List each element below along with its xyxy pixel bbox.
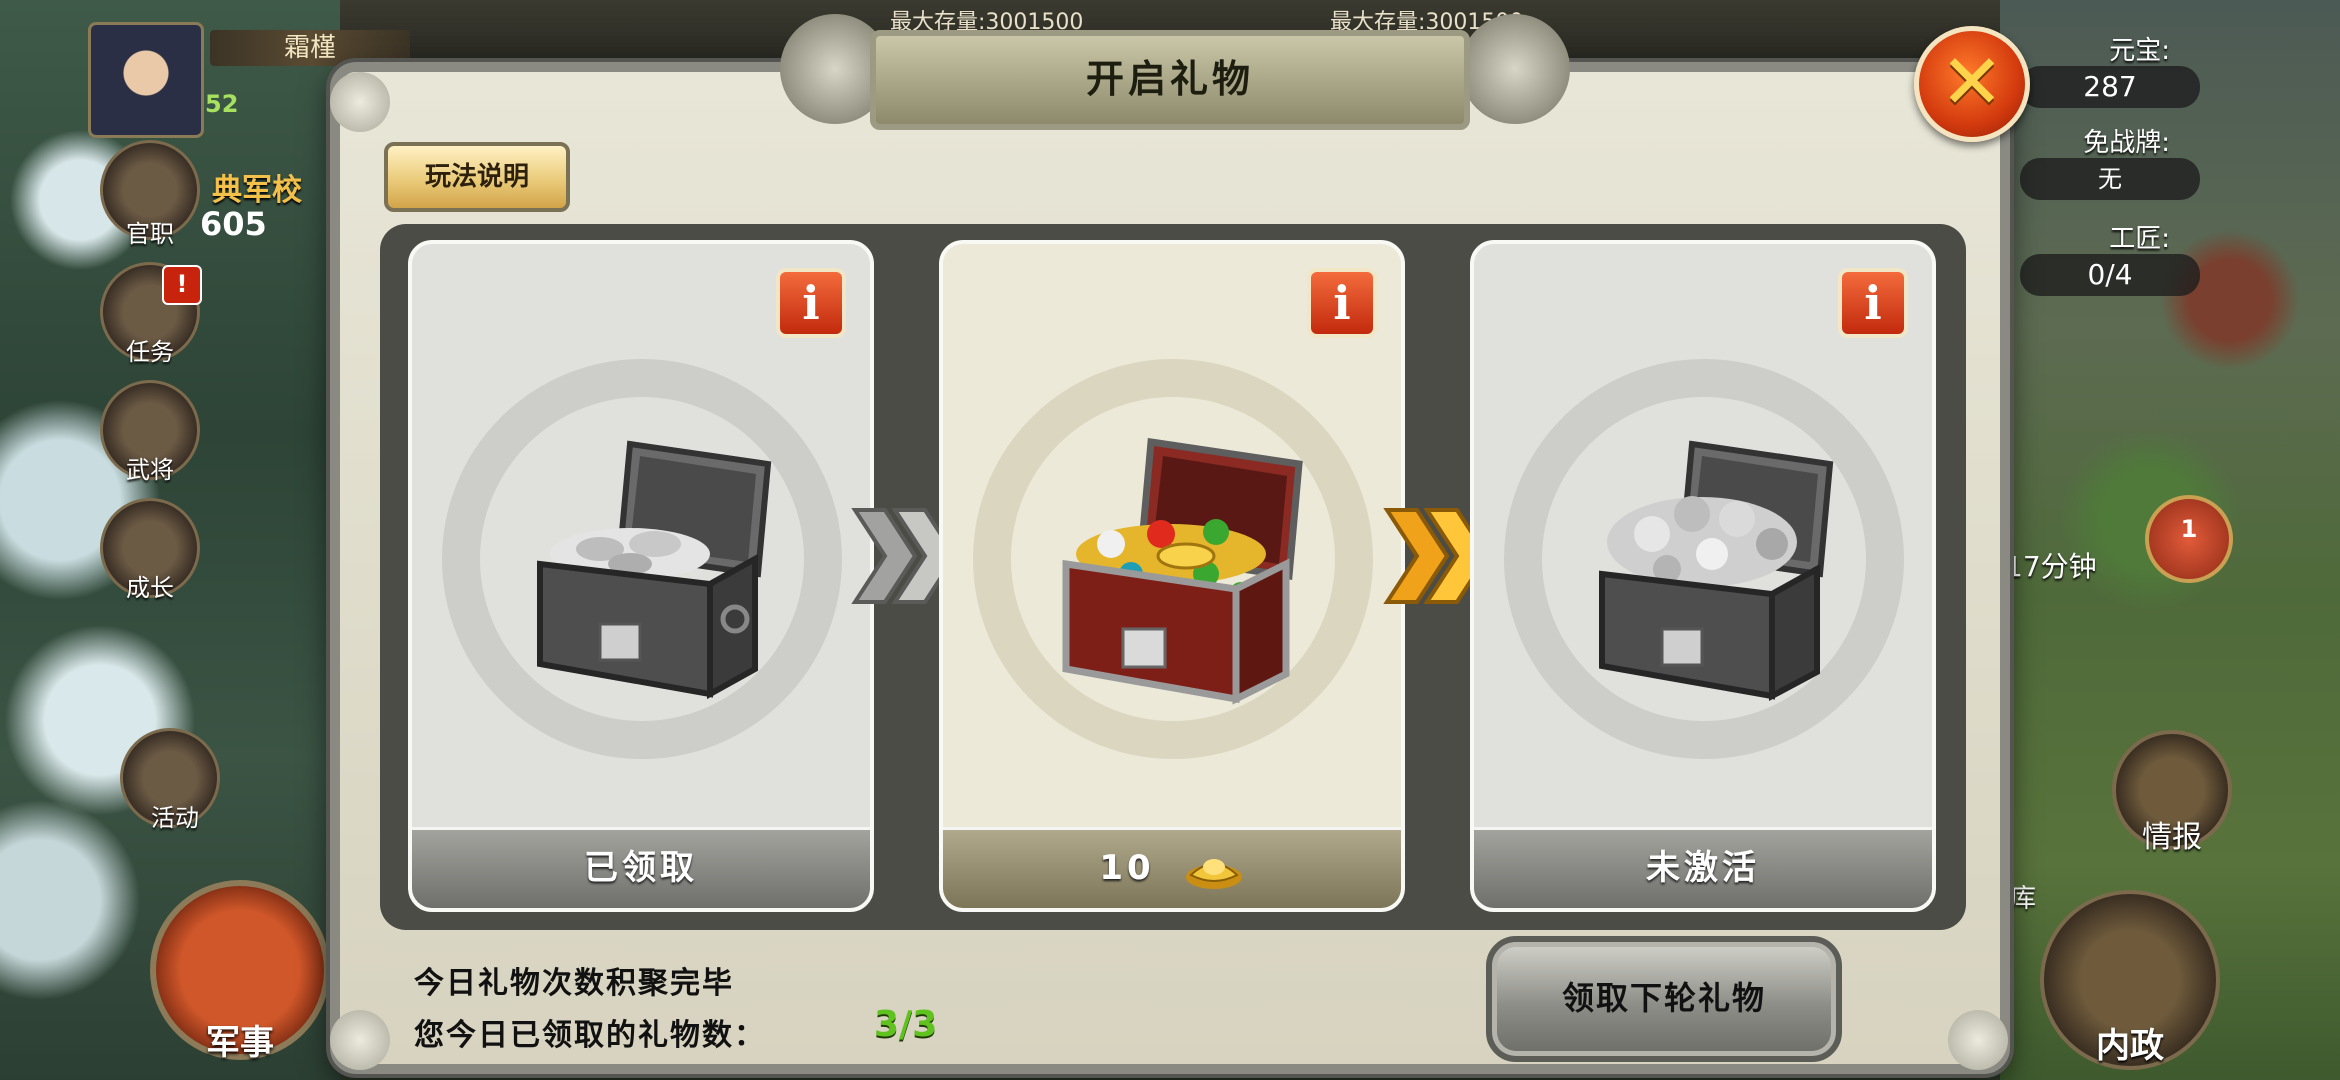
claimed-count: 3/3 <box>874 1004 938 1045</box>
dialog-title: 开启礼物 <box>1085 57 1254 101</box>
gift-card-active[interactable]: i 10 <box>939 240 1405 912</box>
sidebar-growth-label: 成长 <box>126 574 174 602</box>
info-button[interactable]: i <box>1838 268 1908 338</box>
status-message: 今日礼物次数积聚完毕 <box>414 966 734 1001</box>
yuanbao-value: 287 <box>2020 66 2200 108</box>
build-timer: 17分钟 <box>2005 550 2097 583</box>
truce-badge-label: 免战牌: <box>2083 128 2170 158</box>
storage-label: 库 <box>2010 884 2037 914</box>
domestic-label: 内政 <box>2096 1026 2164 1066</box>
info-button[interactable]: i <box>776 268 846 338</box>
player-level: 52 <box>205 90 239 118</box>
gift-card-inactive: i 未激活 <box>1470 240 1936 912</box>
player-name: 霜槿 <box>210 30 410 66</box>
official-title: 典军校 <box>212 173 302 208</box>
corner-ornament <box>330 72 390 132</box>
close-x-icon[interactable]: ✕ <box>1914 26 2030 142</box>
notification-badge[interactable]: 1 <box>2145 495 2233 583</box>
claimed-count-label: 您今日已领取的礼物数： <box>414 1018 766 1053</box>
open-cost-bar[interactable]: 10 <box>943 827 1401 908</box>
yuanbao-label: 元宝: <box>2109 36 2170 66</box>
jewel-chest-open-icon <box>1062 437 1303 705</box>
quest-alert-badge: ! <box>162 265 202 305</box>
truce-badge-value: 无 <box>2020 158 2200 200</box>
sidebar-official-label: 官职 <box>126 220 174 248</box>
sidebar-general-label: 武将 <box>126 456 174 484</box>
gift-card-claimed: i 已领取 <box>408 240 874 912</box>
info-button[interactable]: i <box>1307 268 1377 338</box>
silver-chest-open-icon <box>537 440 772 700</box>
craftsman-value: 0/4 <box>2020 254 2200 296</box>
silver-chest-full-icon <box>1599 440 1834 701</box>
claimed-status: 已领取 <box>412 827 870 908</box>
title-ornament-right <box>1460 14 1570 124</box>
military-label: 军事 <box>206 1023 274 1063</box>
official-stat: 605 <box>200 205 267 243</box>
gold-ingot-icon <box>1185 858 1242 889</box>
sidebar-quest-label: 任务 <box>126 338 174 366</box>
rules-button[interactable]: 玩法说明 <box>384 142 570 212</box>
sidebar-event-label: 活动 <box>151 804 199 832</box>
player-avatar[interactable] <box>88 22 204 138</box>
intel-label: 情报 <box>2142 820 2202 855</box>
inactive-status: 未激活 <box>1474 827 1932 908</box>
corner-ornament <box>1948 1010 2008 1070</box>
open-cost-value: 10 <box>1099 848 1155 888</box>
corner-ornament <box>330 1010 390 1070</box>
craftsman-label: 工匠: <box>2109 224 2170 254</box>
claim-next-round-button[interactable]: 领取下轮礼物 <box>1486 936 1842 1062</box>
